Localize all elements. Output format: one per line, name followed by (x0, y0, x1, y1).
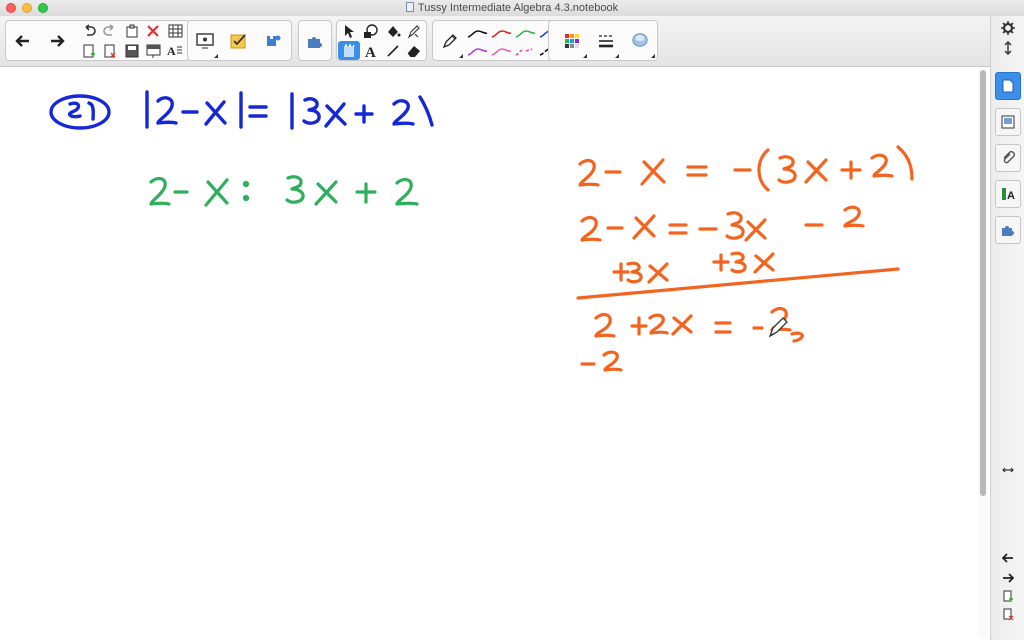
move-sidebar-icon[interactable] (999, 40, 1017, 56)
next-page-icon[interactable] (999, 570, 1017, 586)
display-menu-icon[interactable] (214, 54, 218, 58)
add-ons-icon[interactable] (306, 32, 324, 50)
page-sorter-icon[interactable] (995, 72, 1021, 100)
svg-text:A: A (167, 44, 176, 58)
delete-page-sidebar-icon[interactable] (999, 606, 1017, 622)
document-icon (405, 2, 414, 12)
fill-effect-menu-icon[interactable] (651, 54, 655, 58)
table-icon[interactable] (166, 22, 184, 40)
attachments-icon[interactable] (995, 144, 1021, 172)
response-check-icon[interactable] (230, 32, 248, 50)
previous-page-icon[interactable] (999, 550, 1017, 566)
select-icon[interactable] (340, 22, 358, 40)
settings-gear-icon[interactable] (999, 20, 1017, 36)
save-icon[interactable] (123, 42, 141, 60)
pen-menu-icon[interactable] (459, 54, 463, 58)
vertical-scrollbar[interactable] (980, 70, 986, 496)
add-page-icon[interactable] (80, 42, 98, 60)
case-one-ink (149, 175, 419, 207)
add-ons-tab-icon[interactable] (995, 216, 1021, 244)
svg-text:A: A (365, 45, 376, 59)
case-two-ink (576, 145, 914, 372)
creative-pen-icon[interactable] (405, 22, 423, 40)
color-palette-icon[interactable] (563, 32, 581, 50)
title-bar: Tussy Intermediate Algebra 4.3.notebook (0, 0, 1024, 17)
toolbar-group-edit: A (5, 20, 190, 61)
shapes-icon[interactable] (362, 22, 380, 40)
text-format-icon[interactable]: A (166, 42, 184, 60)
line-style-menu-icon[interactable] (615, 54, 619, 58)
right-sidebar: A (990, 16, 1024, 640)
eraser-icon[interactable] (405, 42, 423, 60)
gallery-tab-icon[interactable] (995, 108, 1021, 136)
fill-effect-icon[interactable] (631, 31, 649, 49)
display-icon[interactable] (196, 32, 214, 50)
back-arrow-icon[interactable] (14, 32, 32, 50)
toolbar-group-draw: A (336, 20, 427, 61)
screen-shade-icon[interactable] (144, 42, 162, 60)
problem-equation-ink (49, 90, 434, 130)
toolbar-group-properties (548, 20, 658, 61)
undo-icon[interactable] (80, 22, 98, 40)
color-menu-icon[interactable] (583, 54, 587, 58)
pens-icon[interactable] (338, 41, 360, 60)
gallery-icon[interactable] (264, 32, 282, 50)
expand-sidebar-icon[interactable] (1001, 462, 1015, 478)
line-icon[interactable] (384, 42, 402, 60)
fill-icon[interactable] (384, 22, 402, 40)
toolbar-group-tools (187, 20, 292, 61)
toolbar-group-addons (298, 20, 332, 61)
whiteboard-canvas[interactable] (0, 67, 978, 637)
delete-icon[interactable] (144, 22, 162, 40)
properties-icon[interactable]: A (995, 180, 1021, 208)
window-title: Tussy Intermediate Algebra 4.3.notebook (417, 2, 619, 14)
handwriting-layer (49, 90, 914, 372)
toolbar: A A (0, 16, 1024, 67)
delete-page-icon[interactable] (101, 42, 119, 60)
text-icon[interactable]: A (362, 42, 380, 60)
redo-icon[interactable] (101, 22, 119, 40)
line-style-icon[interactable] (597, 32, 615, 50)
add-page-sidebar-icon[interactable] (999, 588, 1017, 604)
svg-text:A: A (1007, 190, 1015, 201)
pen-icon[interactable] (441, 32, 459, 50)
paste-icon[interactable] (123, 22, 141, 40)
forward-arrow-icon[interactable] (48, 32, 66, 50)
